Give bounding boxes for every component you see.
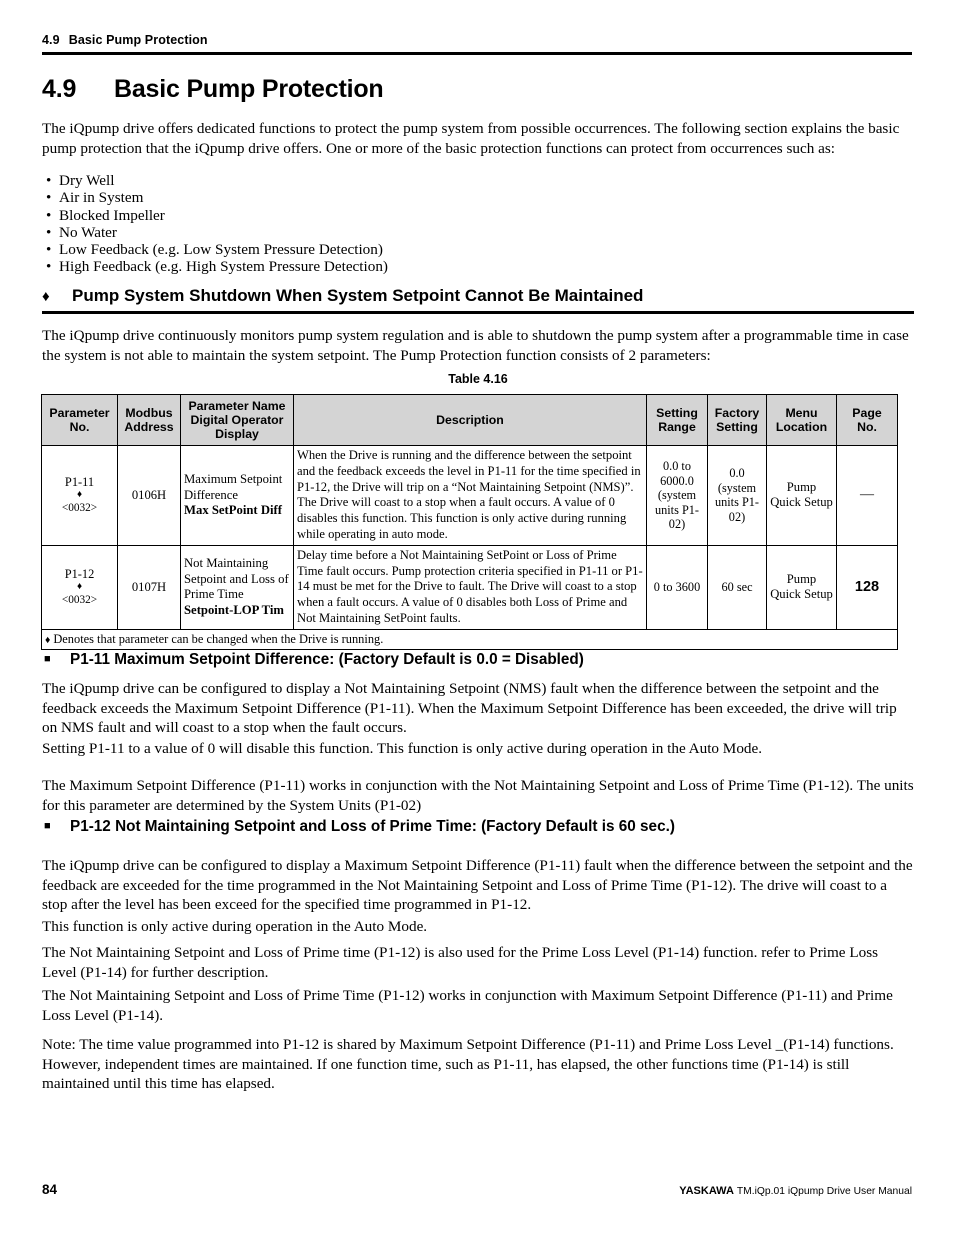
diamond-icon: ♦	[45, 634, 51, 646]
cell-description: Delay time before a Not Maintaining SetP…	[293, 544, 647, 630]
bullet-glyph: •	[46, 172, 52, 189]
table-caption: Table 4.16	[448, 372, 508, 386]
cell-menu-location: Pump Quick Setup	[766, 544, 837, 630]
column-header-modbus-address: Modbus Address	[117, 394, 181, 446]
digital-operator-display: Max SetPoint Diff	[184, 503, 282, 518]
table-footnote-text: Denotes that parameter can be changed wh…	[53, 631, 384, 646]
page-title: 4.9 Basic Pump Protection	[42, 75, 384, 104]
bullet-glyph: •	[46, 189, 52, 207]
list-item: • No Water	[46, 224, 746, 241]
column-header-parameter-no: Parameter No.	[41, 394, 118, 446]
p1-11-paragraph-1: The iQpump drive can be configured to di…	[42, 680, 897, 736]
running-head-number: 4.9	[42, 33, 60, 47]
digital-operator-display: Setpoint-LOP Tim	[184, 602, 284, 617]
cell-setting-range: 0.0 to 6000.0 (system units P1-02)	[646, 445, 708, 546]
square-bullet-icon: ■	[44, 820, 51, 832]
running-head-rule	[42, 52, 912, 55]
section-heading: ♦ Pump System Shutdown When System Setpoi…	[42, 286, 914, 306]
cell-factory-setting: 60 sec	[707, 544, 767, 630]
list-item: • High Feedback (e.g. High System Pressur…	[46, 258, 746, 275]
cell-parameter-no: P1-11 ♦ <0032>	[41, 445, 118, 546]
footer-manual-title: TM.iQp.01 iQpump Drive User Manual	[736, 1186, 912, 1197]
cell-parameter-name: Maximum Setpoint Difference Max SetPoint…	[180, 445, 294, 546]
bullet-glyph: •	[46, 258, 52, 276]
diamond-icon: ♦	[42, 288, 50, 305]
column-header-page-no: Page No.	[836, 394, 898, 446]
running-head-title: Basic Pump Protection	[68, 33, 208, 47]
column-header-setting-range: Setting Range	[646, 394, 708, 446]
list-item-label: High Feedback (e.g. High System Pressure…	[59, 258, 388, 276]
list-item: • Air in System	[46, 189, 746, 206]
cell-page-no: —	[836, 445, 898, 546]
intro-paragraph: The iQpump drive offers dedicated functi…	[42, 120, 900, 157]
table-footnote: ♦ Denotes that parameter can be changed w…	[41, 628, 898, 650]
list-item-label: Air in System	[59, 189, 144, 207]
running-head: 4.9 Basic Pump Protection	[42, 33, 208, 47]
p1-11-paragraph-3: The Maximum Setpoint Difference (P1-11) …	[42, 777, 914, 814]
list-item: • Low Feedback (e.g. Low System Pressure …	[46, 241, 746, 258]
column-header-menu-location: Menu Location	[766, 394, 837, 446]
list-item-label: Blocked Impeller	[59, 206, 165, 224]
cell-parameter-no: P1-12 ♦ <0032>	[41, 544, 118, 630]
section-heading-text: Pump System Shutdown When System Setpoin…	[72, 286, 644, 305]
list-item-label: Dry Well	[59, 172, 115, 189]
cell-page-no: 128	[836, 544, 898, 630]
p1-12-paragraph-4: The Not Maintaining Setpoint and Loss of…	[42, 987, 893, 1024]
cell-description: When the Drive is running and the differ…	[293, 445, 647, 546]
chapter-number: 4.9	[42, 75, 77, 103]
p1-12-note: Note: The time value programmed into P1-…	[42, 1036, 894, 1092]
p1-11-paragraph-2: Setting P1-11 to a value of 0 will disab…	[42, 740, 763, 757]
p1-12-paragraph-2: This function is only active during oper…	[42, 918, 428, 935]
bullet-glyph: •	[46, 223, 52, 241]
diamond-icon: ♦	[76, 581, 83, 593]
column-header-factory-setting: Factory Setting	[707, 394, 767, 446]
bullet-glyph: •	[46, 206, 52, 224]
list-item-label: Low Feedback (e.g. Low System Pressure D…	[59, 241, 383, 259]
list-item: • Dry Well	[46, 172, 746, 189]
cell-modbus-address: 0107H	[117, 544, 181, 630]
section-paragraph: The iQpump drive continuously monitors p…	[42, 327, 909, 364]
cell-parameter-name: Not Maintaining Setpoint and Loss of Pri…	[180, 544, 294, 630]
column-header-parameter-name: Parameter Name Digital Operator Display	[180, 394, 294, 446]
cell-factory-setting: 0.0 (system units P1-02)	[707, 445, 767, 546]
list-item-label: No Water	[59, 223, 117, 241]
document-page: 4.9 Basic Pump Protection 4.9 Basic Pump P…	[0, 0, 954, 1235]
column-header-description: Description	[293, 394, 647, 446]
cell-setting-range: 0 to 3600	[646, 544, 708, 630]
square-bullet-icon: ■	[44, 653, 51, 665]
table-row: P1-12 ♦ <0032> 0107H Not Maintaining Set…	[41, 544, 898, 630]
subsection-heading-p1-11: ■ P1-11 Maximum Setpoint Difference: (Fac…	[44, 651, 584, 669]
chapter-title-text: Basic Pump Protection	[114, 75, 384, 103]
table-header-row: Parameter No. Modbus Address Parameter N…	[41, 394, 898, 446]
table-row: P1-11 ♦ <0032> 0106H Maximum Setpoint Di…	[41, 445, 898, 546]
p1-12-paragraph-3: The Not Maintaining Setpoint and Loss of…	[42, 944, 879, 981]
table-footnote-row: ♦ Denotes that parameter can be changed w…	[41, 628, 898, 650]
diamond-icon: ♦	[76, 489, 83, 501]
subsection-heading-text: P1-12 Not Maintaining Setpoint and Loss …	[70, 818, 675, 835]
occurrences-list: • Dry Well • Air in System • Blocked Impell…	[46, 172, 746, 276]
list-item: • Blocked Impeller	[46, 207, 746, 224]
bullet-glyph: •	[46, 241, 52, 259]
parameter-table: Parameter No. Modbus Address Parameter N…	[41, 394, 898, 650]
subsection-heading-p1-12: ■ P1-12 Not Maintaining Setpoint and Loss…	[44, 818, 675, 836]
footer-manual-info: YASKAWA TM.iQp.01 iQpump Drive User Manua…	[679, 1185, 912, 1197]
footer-brand: YASKAWA	[679, 1185, 734, 1197]
p1-12-paragraph-1: The iQpump drive can be configured to di…	[42, 857, 913, 913]
cell-modbus-address: 0106H	[117, 445, 181, 546]
footer-page-number: 84	[42, 1182, 58, 1197]
subsection-heading-text: P1-11 Maximum Setpoint Difference: (Fact…	[70, 651, 584, 668]
section-heading-rule	[42, 311, 914, 314]
cell-menu-location: Pump Quick Setup	[766, 445, 837, 546]
